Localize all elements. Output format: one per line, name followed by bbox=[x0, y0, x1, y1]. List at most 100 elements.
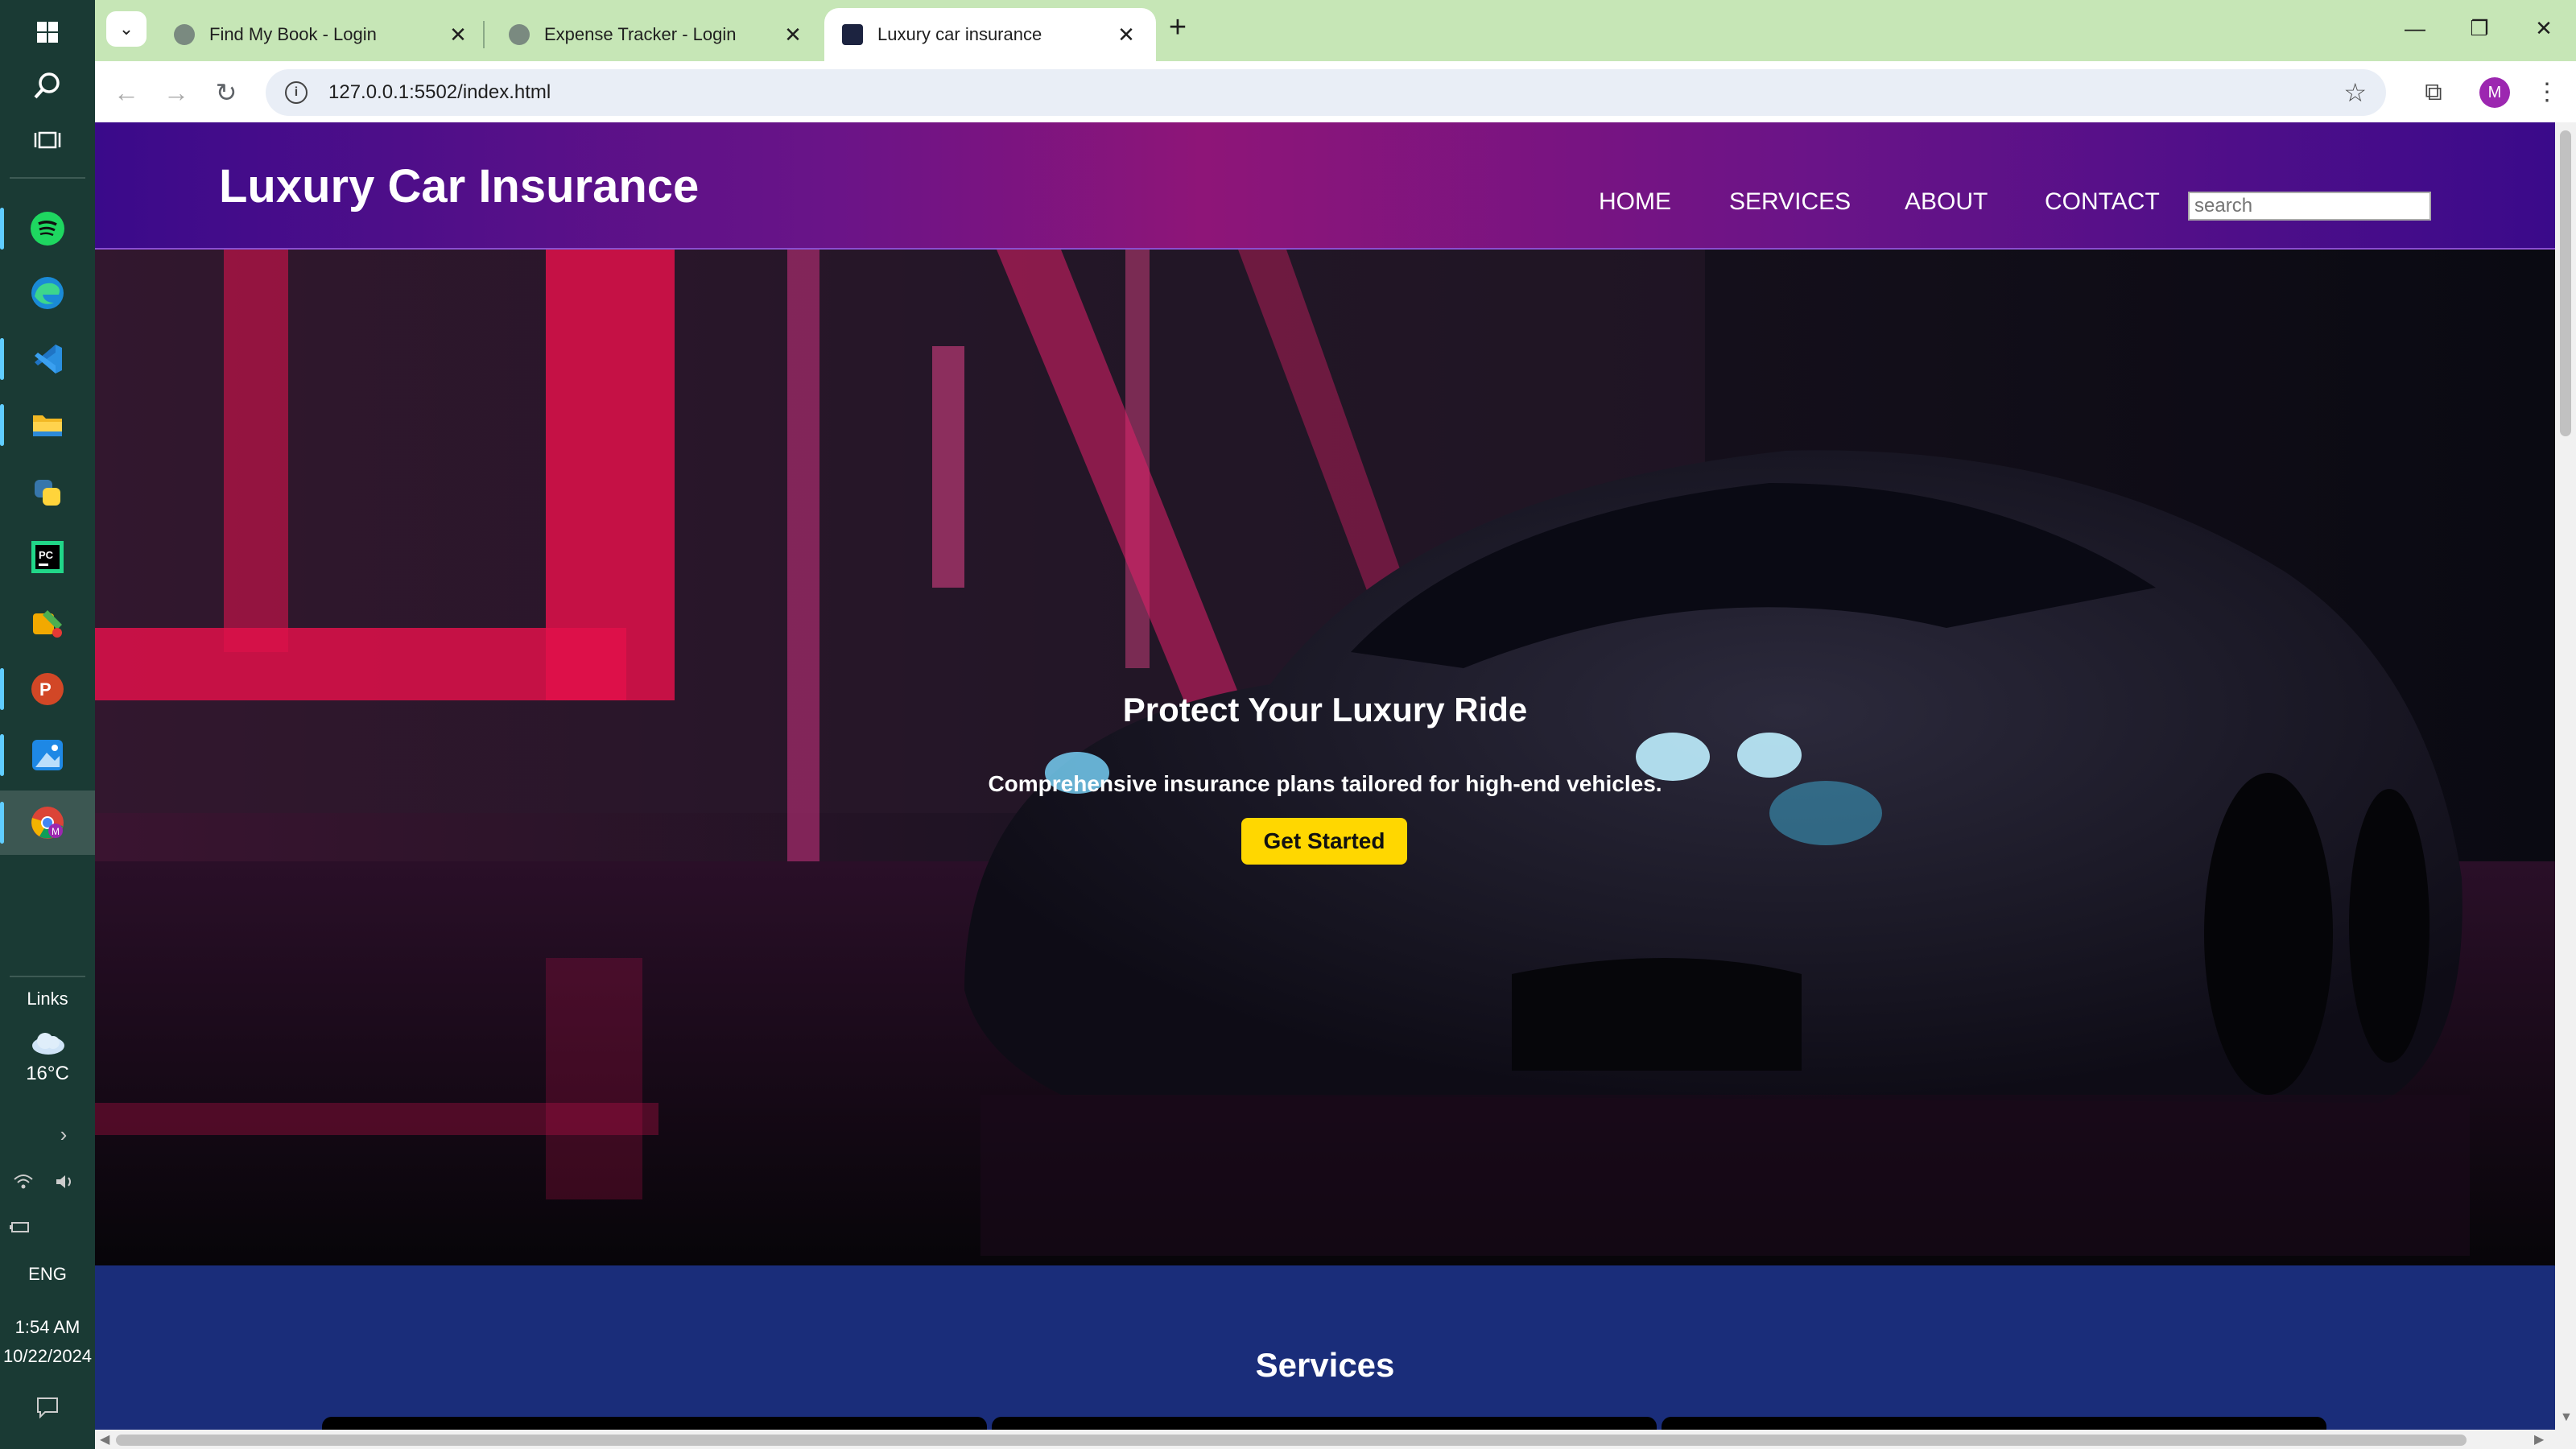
photos-icon bbox=[32, 740, 63, 770]
vertical-scrollbar[interactable]: ▼ bbox=[2555, 122, 2576, 1430]
close-window-button[interactable]: ✕ bbox=[2520, 10, 2568, 47]
pycharm-icon: PC bbox=[31, 541, 64, 573]
new-tab-button[interactable]: + bbox=[1158, 11, 1198, 47]
tab-luxury-car-insurance[interactable]: Luxury car insurance ✕ bbox=[824, 8, 1156, 61]
python-icon bbox=[35, 480, 60, 506]
reload-button[interactable]: ↻ bbox=[206, 72, 246, 113]
search-icon bbox=[34, 72, 60, 99]
site-logo[interactable]: Luxury Car Insurance bbox=[219, 159, 699, 213]
battery-icon[interactable] bbox=[0, 1211, 68, 1243]
taskbar-app-tools[interactable] bbox=[0, 591, 95, 655]
taskbar-app-powerpoint[interactable]: P bbox=[0, 657, 95, 721]
extensions-button[interactable]: ⧉ bbox=[2413, 72, 2454, 113]
windows-taskbar: PC P M Links 16°C › ENG 1:54 AM 10/22/20… bbox=[0, 0, 95, 1449]
windows-icon bbox=[37, 22, 58, 43]
cloud-icon bbox=[32, 1033, 64, 1055]
profile-avatar[interactable]: M bbox=[2479, 77, 2510, 108]
service-card[interactable] bbox=[1662, 1417, 2326, 1430]
hero-car-background-image bbox=[95, 250, 2555, 1265]
url-text[interactable]: 127.0.0.1:5502/index.html bbox=[328, 81, 2343, 104]
hero-subtitle: Comprehensive insurance plans tailored f… bbox=[988, 771, 1662, 796]
search-input[interactable] bbox=[2188, 192, 2431, 221]
nav-link-about[interactable]: ABOUT bbox=[1905, 188, 1988, 216]
browser-menu-button[interactable]: ⋮ bbox=[2531, 72, 2563, 113]
vscode-icon bbox=[35, 345, 62, 374]
task-view-button[interactable] bbox=[0, 108, 95, 172]
site-header: Luxury Car Insurance HOME SERVICES ABOUT… bbox=[95, 122, 2555, 250]
browser-toolbar: ← → ↻ i 127.0.0.1:5502/index.html ☆ ⧉ M … bbox=[95, 61, 2576, 122]
tab-title: Find My Book - Login bbox=[209, 24, 377, 44]
close-icon[interactable]: ✕ bbox=[1114, 23, 1138, 47]
notifications-button[interactable] bbox=[0, 1391, 95, 1423]
tab-title: Luxury car insurance bbox=[877, 24, 1042, 44]
address-bar[interactable]: i 127.0.0.1:5502/index.html ☆ bbox=[266, 69, 2386, 116]
arrow-right-icon: → bbox=[163, 78, 189, 107]
taskbar-app-photos[interactable] bbox=[0, 723, 95, 787]
scroll-right-arrow-icon[interactable]: ▶ bbox=[2534, 1431, 2544, 1447]
taskbar-app-chrome[interactable]: M bbox=[0, 791, 95, 855]
page-viewport: Luxury Car Insurance HOME SERVICES ABOUT… bbox=[95, 122, 2555, 1430]
tab-title: Expense Tracker - Login bbox=[544, 24, 737, 44]
taskbar-app-pycharm[interactable]: PC bbox=[0, 525, 95, 589]
tab-divider bbox=[483, 21, 485, 48]
puzzle-icon: ⧉ bbox=[2425, 79, 2442, 105]
hero-title: Protect Your Luxury Ride bbox=[1122, 691, 1528, 729]
clock-time[interactable]: 1:54 AM bbox=[0, 1317, 95, 1338]
restore-button[interactable]: ❐ bbox=[2455, 10, 2504, 47]
tab-expense-tracker[interactable]: Expense Tracker - Login ✕ bbox=[491, 8, 823, 61]
taskbar-app-edge[interactable] bbox=[0, 261, 95, 325]
links-label[interactable]: Links bbox=[0, 989, 95, 1009]
clock-date[interactable]: 10/22/2024 bbox=[0, 1346, 95, 1367]
taskbar-app-spotify[interactable] bbox=[0, 196, 95, 261]
site-info-icon[interactable]: i bbox=[285, 81, 308, 104]
more-vertical-icon: ⋮ bbox=[2535, 79, 2559, 105]
chat-bubble-icon bbox=[37, 1397, 58, 1419]
vertical-scrollbar-thumb[interactable] bbox=[2560, 130, 2571, 436]
svg-text:PC: PC bbox=[39, 549, 54, 561]
powerpoint-icon: P bbox=[31, 673, 64, 705]
edge-icon bbox=[31, 277, 64, 309]
reload-icon: ↻ bbox=[215, 78, 237, 107]
arrow-left-icon: ← bbox=[114, 78, 139, 107]
get-started-button[interactable]: Get Started bbox=[1241, 818, 1407, 865]
forward-button[interactable]: → bbox=[156, 72, 196, 113]
weather-widget[interactable] bbox=[0, 1027, 95, 1059]
tab-search-button[interactable]: ⌄ bbox=[106, 11, 147, 47]
hero-section: Protect Your Luxury Ride Comprehensive i… bbox=[95, 250, 2555, 1265]
globe-icon bbox=[174, 24, 195, 45]
services-section: Services bbox=[95, 1265, 2555, 1430]
folder-icon bbox=[33, 415, 62, 436]
close-icon[interactable]: ✕ bbox=[781, 23, 805, 47]
taskbar-app-file-explorer[interactable] bbox=[0, 393, 95, 457]
tab-strip: ⌄ Find My Book - Login ✕ Expense Tracker… bbox=[95, 0, 2576, 61]
horizontal-scrollbar-thumb[interactable] bbox=[116, 1435, 2467, 1446]
nav-link-services[interactable]: SERVICES bbox=[1729, 188, 1851, 216]
tab-find-my-book[interactable]: Find My Book - Login ✕ bbox=[156, 8, 488, 61]
taskbar-app-python[interactable] bbox=[0, 460, 95, 525]
chevron-down-icon: ⌄ bbox=[118, 19, 134, 39]
scroll-left-arrow-icon[interactable]: ◀ bbox=[100, 1431, 109, 1447]
nav-link-contact[interactable]: CONTACT bbox=[2045, 188, 2160, 216]
close-icon[interactable]: ✕ bbox=[446, 23, 470, 47]
scroll-down-arrow-icon[interactable]: ▼ bbox=[2560, 1410, 2573, 1425]
back-button[interactable]: ← bbox=[106, 72, 147, 113]
horizontal-scrollbar[interactable]: ◀ ▶ bbox=[95, 1430, 2576, 1449]
taskbar-separator bbox=[10, 976, 85, 977]
plus-icon: + bbox=[1168, 10, 1187, 44]
svg-text:P: P bbox=[39, 679, 52, 700]
service-card[interactable] bbox=[322, 1417, 987, 1430]
nav-link-home[interactable]: HOME bbox=[1599, 188, 1671, 216]
services-heading: Services bbox=[1255, 1346, 1395, 1384]
service-card[interactable] bbox=[992, 1417, 1657, 1430]
language-indicator[interactable]: ENG bbox=[0, 1264, 95, 1285]
taskbar-app-vscode[interactable] bbox=[0, 327, 95, 391]
chrome-icon: M bbox=[31, 807, 64, 839]
tools-app-icon bbox=[33, 610, 62, 638]
minimize-button[interactable]: — bbox=[2391, 10, 2439, 47]
spotify-icon bbox=[31, 212, 64, 246]
weather-temperature[interactable]: 16°C bbox=[0, 1063, 95, 1085]
site-favicon-icon bbox=[842, 24, 863, 45]
close-icon: ✕ bbox=[2535, 16, 2553, 40]
taskbar-separator bbox=[10, 177, 85, 179]
bookmark-star-icon[interactable]: ☆ bbox=[2343, 77, 2367, 108]
